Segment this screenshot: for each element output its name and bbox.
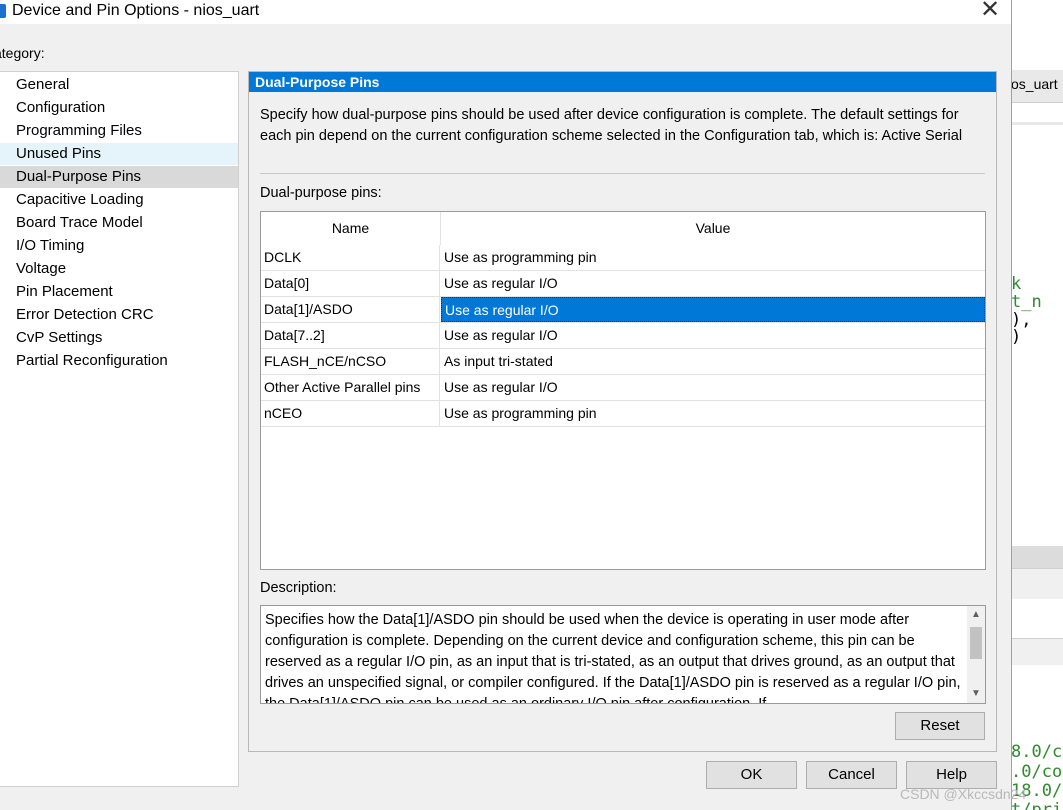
pin-name-cell: DCLK (261, 245, 440, 270)
pin-name-cell: FLASH_nCE/nCSO (261, 349, 440, 374)
title-bar[interactable]: Device and Pin Options - nios_uart ✕ (0, 0, 1011, 24)
table-row[interactable]: Other Active Parallel pins Use as regula… (261, 375, 985, 401)
table-row[interactable]: Data[1]/ASDO Use as regular I/O (261, 297, 985, 323)
table-row[interactable]: Data[0] Use as regular I/O (261, 271, 985, 297)
category-item-io-timing[interactable]: I/O Timing (0, 235, 238, 257)
editor-output-toolbar (1011, 638, 1063, 665)
pin-name-cell: Data[1]/ASDO (261, 297, 440, 322)
help-button[interactable]: Help (906, 761, 997, 789)
pin-name-cell: nCEO (261, 401, 440, 426)
editor-output-tabs (1011, 568, 1063, 599)
column-header-name[interactable]: Name (261, 212, 441, 245)
divider (260, 173, 985, 174)
scroll-up-icon[interactable]: ▲ (967, 607, 985, 623)
editor-code-line: 8.0/co (1011, 742, 1063, 762)
category-item-voltage[interactable]: Voltage (0, 258, 238, 280)
table-header: Name Value (261, 212, 985, 245)
category-item-programming-files[interactable]: Programming Files (0, 120, 238, 142)
cancel-button[interactable]: Cancel (806, 761, 897, 789)
editor-code-line: k (1011, 274, 1022, 294)
window-title: Device and Pin Options - nios_uart (12, 2, 260, 19)
table-row[interactable]: FLASH_nCE/nCSO As input tri-stated (261, 349, 985, 375)
table-row[interactable]: Data[7..2] Use as regular I/O (261, 323, 985, 349)
description-label: Description: (260, 580, 337, 596)
watermark: CSDN @Xkccsdn24 (900, 786, 1027, 802)
pin-name-cell: Data[0] (261, 271, 440, 296)
editor-tab[interactable]: os_uart (1011, 76, 1058, 92)
pin-value-cell[interactable]: Use as programming pin (441, 401, 985, 426)
category-item-dual-purpose-pins[interactable]: Dual-Purpose Pins (0, 166, 238, 188)
category-item-general[interactable]: General (0, 74, 238, 96)
category-item-error-detection-crc[interactable]: Error Detection CRC (0, 304, 238, 326)
app-icon (0, 4, 6, 18)
editor-code-line: .0/coo (1011, 762, 1063, 782)
description-scrollbar[interactable]: ▲ ▼ (967, 606, 985, 703)
category-item-configuration[interactable]: Configuration (0, 97, 238, 119)
pin-value-cell[interactable]: As input tri-stated (441, 349, 985, 374)
table-row[interactable]: nCEO Use as programming pin (261, 401, 985, 427)
editor-code-line: ) (1011, 327, 1022, 347)
category-item-pin-placement[interactable]: Pin Placement (0, 281, 238, 303)
category-item-capacitive-loading[interactable]: Capacitive Loading (0, 189, 238, 211)
pin-value-cell[interactable]: Use as regular I/O (441, 375, 985, 400)
ok-button[interactable]: OK (706, 761, 797, 789)
pin-name-cell: Other Active Parallel pins (261, 375, 440, 400)
table-row[interactable]: DCLK Use as programming pin (261, 245, 985, 271)
description-text: Specifies how the Data[1]/ASDO pin shoul… (265, 612, 961, 704)
category-item-partial-reconfiguration[interactable]: Partial Reconfiguration (0, 350, 238, 372)
editor-panel-divider (1011, 546, 1063, 568)
close-icon[interactable]: ✕ (976, 0, 1004, 24)
dual-purpose-pins-label: Dual-purpose pins: (260, 185, 382, 201)
pin-value-cell[interactable]: Use as programming pin (441, 245, 985, 270)
description-box[interactable]: Specifies how the Data[1]/ASDO pin shoul… (260, 605, 986, 704)
pin-name-cell: Data[7..2] (261, 323, 440, 348)
device-pin-options-dialog: Device and Pin Options - nios_uart ✕ ate… (0, 0, 1012, 810)
editor-toolbar-divider (1011, 122, 1063, 125)
pin-value-cell[interactable]: Use as regular I/O (441, 271, 985, 296)
category-item-cvp-settings[interactable]: CvP Settings (0, 327, 238, 349)
panel-intro-text: Specify how dual-purpose pins should be … (260, 107, 963, 144)
category-item-board-trace-model[interactable]: Board Trace Model (0, 212, 238, 234)
scroll-down-icon[interactable]: ▼ (967, 686, 985, 702)
scroll-thumb[interactable] (970, 627, 982, 659)
category-item-unused-pins[interactable]: Unused Pins (0, 143, 238, 165)
dual-purpose-pins-table: Name Value DCLK Use as programming pin D… (260, 211, 986, 570)
pin-value-cell[interactable]: Use as regular I/O (441, 323, 985, 348)
pin-value-cell-selected[interactable]: Use as regular I/O (441, 297, 985, 322)
panel-header: Dual-Purpose Pins (249, 72, 996, 92)
column-header-value[interactable]: Value (441, 212, 985, 245)
editor-code-line: t_n (1011, 292, 1042, 312)
background-editor-window: os_uart k t_n ), ) 8.0/co .0/coo 18.0/c … (1011, 0, 1063, 810)
reset-button[interactable]: Reset (895, 712, 985, 740)
category-list: General Configuration Programming Files … (0, 71, 239, 787)
dual-purpose-pins-panel: Dual-Purpose Pins Specify how dual-purpo… (248, 71, 997, 752)
category-label: ategory: (0, 45, 45, 61)
